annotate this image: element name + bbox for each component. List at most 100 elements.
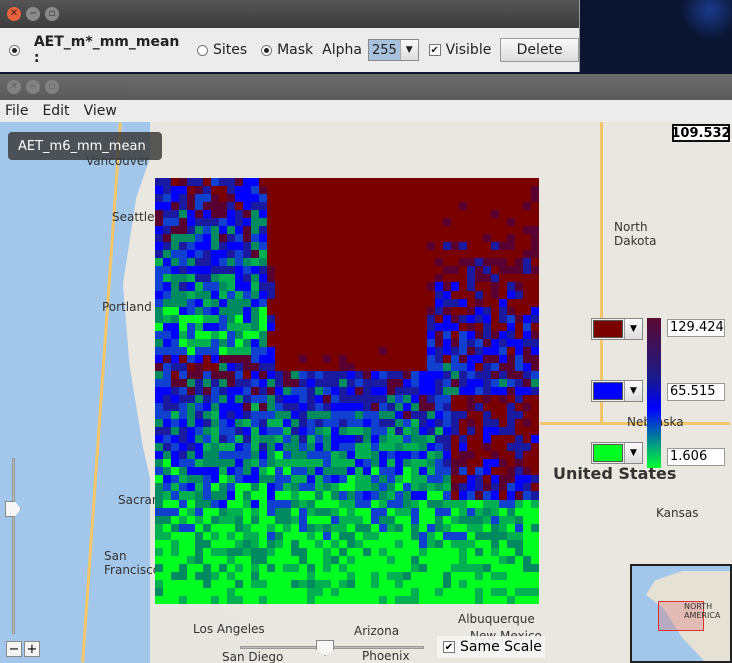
- raster-cell: [195, 563, 203, 572]
- raster-cell: [243, 386, 251, 396]
- raster-cell: [379, 194, 387, 203]
- raster-cell: [459, 483, 467, 492]
- layer-select-radio[interactable]: [9, 44, 20, 56]
- raster-cell: [267, 258, 275, 267]
- raster-cell: [451, 322, 459, 331]
- raster-cell: [179, 370, 187, 379]
- raster-cell: [195, 386, 203, 396]
- raster-cell: [227, 258, 235, 267]
- raster-cell: [531, 370, 539, 379]
- same-scale-label: Same Scale: [460, 639, 542, 655]
- raster-cell: [499, 370, 507, 379]
- raster-cell: [467, 338, 475, 347]
- raster-cell: [451, 290, 459, 299]
- raster-cell: [443, 178, 451, 187]
- raster-cell: [267, 555, 275, 564]
- chevron-down-icon[interactable]: ▼: [624, 319, 642, 339]
- raster-cell: [299, 395, 307, 404]
- menu-edit[interactable]: Edit: [42, 103, 69, 119]
- raster-cell: [419, 186, 427, 195]
- mid-value-field[interactable]: 65.515: [667, 383, 725, 401]
- raster-cell: [291, 338, 299, 347]
- raster-cell: [491, 306, 499, 315]
- min-value-field[interactable]: 1.606: [667, 448, 725, 466]
- raster-cell: [251, 234, 259, 243]
- mid-color-picker[interactable]: ▼: [591, 380, 643, 402]
- max-color-picker[interactable]: ▼: [591, 318, 643, 340]
- raster-cell: [387, 531, 395, 540]
- menu-view[interactable]: View: [84, 103, 117, 119]
- sites-radio[interactable]: [197, 44, 209, 56]
- raster-cell: [203, 499, 211, 508]
- raster-cell: [411, 395, 419, 404]
- raster-cell: [275, 378, 283, 387]
- raster-cell: [331, 186, 339, 195]
- raster-cell: [347, 322, 355, 331]
- mask-radio[interactable]: [261, 44, 273, 56]
- raster-cell: [363, 523, 371, 532]
- raster-cell: [483, 579, 491, 588]
- raster-cell: [323, 386, 331, 396]
- raster-cell: [403, 507, 411, 516]
- raster-cell: [355, 435, 363, 444]
- raster-cell: [339, 322, 347, 331]
- maximize-window-icon[interactable]: ▫: [45, 80, 59, 94]
- raster-cell: [323, 483, 331, 492]
- zoom-in-button[interactable]: +: [24, 641, 40, 657]
- raster-cell: [267, 194, 275, 203]
- chevron-down-icon[interactable]: ▼: [399, 40, 418, 60]
- raster-cell: [507, 346, 515, 355]
- raster-cell: [331, 370, 339, 379]
- delete-layer-button[interactable]: Delete: [500, 38, 579, 62]
- raster-cell: [443, 290, 451, 299]
- raster-cell: [363, 226, 371, 235]
- raster-cell: [483, 395, 491, 404]
- close-window-icon[interactable]: ✕: [7, 80, 21, 94]
- raster-cell: [179, 419, 187, 428]
- visible-checkbox[interactable]: ✔: [428, 44, 441, 56]
- raster-cell: [403, 435, 411, 444]
- alpha-select[interactable]: 255 ▼: [367, 39, 419, 61]
- raster-cell: [291, 523, 299, 532]
- raster-cell: [195, 507, 203, 516]
- raster-cell: [291, 403, 299, 412]
- raster-cell: [499, 186, 507, 195]
- zoom-slider-track[interactable]: [12, 458, 15, 634]
- max-value-field[interactable]: 129.424: [667, 319, 725, 337]
- raster-cell: [315, 555, 323, 564]
- same-scale-checkbox[interactable]: ✔: [443, 641, 455, 653]
- zoom-out-button[interactable]: −: [6, 641, 22, 657]
- raster-cell: [339, 194, 347, 203]
- raster-cell: [179, 539, 187, 548]
- raster-cell: [227, 411, 235, 420]
- raster-cell: [515, 467, 523, 476]
- chevron-down-icon[interactable]: ▼: [624, 443, 642, 463]
- raster-cell: [355, 395, 363, 404]
- raster-cell: [243, 563, 251, 572]
- raster-cell: [195, 539, 203, 548]
- raster-cell: [291, 411, 299, 420]
- maximize-window-icon[interactable]: ▫: [45, 7, 59, 21]
- raster-cell: [411, 306, 419, 315]
- raster-cell: [323, 378, 331, 387]
- raster-cell: [371, 579, 379, 588]
- raster-cell: [283, 395, 291, 404]
- raster-cell: [531, 226, 539, 235]
- close-window-icon[interactable]: ✕: [7, 7, 21, 21]
- map-canvas[interactable]: Vancouver Seattle Portland Sacramento Sa…: [0, 122, 732, 663]
- overview-minimap[interactable]: NORTH AMERICA: [630, 564, 732, 663]
- minimize-window-icon[interactable]: −: [26, 80, 40, 94]
- raster-cell: [387, 194, 395, 203]
- min-color-picker[interactable]: ▼: [591, 442, 643, 464]
- raster-cell: [403, 395, 411, 404]
- raster-cell: [291, 459, 299, 468]
- minimize-window-icon[interactable]: −: [26, 7, 40, 21]
- chevron-down-icon[interactable]: ▼: [624, 381, 642, 401]
- menu-file[interactable]: File: [5, 103, 28, 119]
- raster-cell: [403, 266, 411, 275]
- raster-cell: [411, 290, 419, 299]
- raster-cell: [387, 210, 395, 219]
- raster-cell: [467, 362, 475, 371]
- raster-cell: [211, 411, 219, 420]
- raster-cell: [355, 338, 363, 347]
